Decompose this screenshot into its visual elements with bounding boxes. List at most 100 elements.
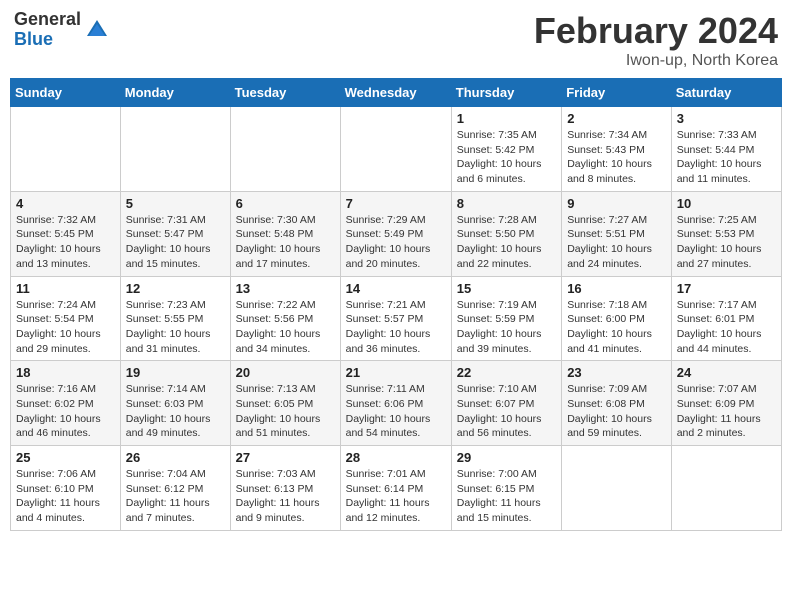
day-info: Sunrise: 7:13 AM Sunset: 6:05 PM Dayligh… <box>236 382 335 441</box>
day-info: Sunrise: 7:30 AM Sunset: 5:48 PM Dayligh… <box>236 213 335 272</box>
day-info: Sunrise: 7:16 AM Sunset: 6:02 PM Dayligh… <box>16 382 115 441</box>
calendar-cell: 25 Sunrise: 7:06 AM Sunset: 6:10 PM Dayli… <box>11 446 121 531</box>
day-info: Sunrise: 7:11 AM Sunset: 6:06 PM Dayligh… <box>346 382 446 441</box>
calendar-cell: 27 Sunrise: 7:03 AM Sunset: 6:13 PM Dayli… <box>230 446 340 531</box>
calendar-header-row: SundayMondayTuesdayWednesdayThursdayFrid… <box>11 79 782 107</box>
calendar-week-row: 4 Sunrise: 7:32 AM Sunset: 5:45 PM Daylig… <box>11 191 782 276</box>
calendar-cell: 20 Sunrise: 7:13 AM Sunset: 6:05 PM Dayli… <box>230 361 340 446</box>
calendar-cell: 23 Sunrise: 7:09 AM Sunset: 6:08 PM Dayli… <box>562 361 672 446</box>
day-info: Sunrise: 7:04 AM Sunset: 6:12 PM Dayligh… <box>126 467 225 526</box>
day-number: 18 <box>16 365 115 380</box>
calendar-table: SundayMondayTuesdayWednesdayThursdayFrid… <box>10 78 782 531</box>
weekday-header: Saturday <box>671 79 781 107</box>
logo-blue: Blue <box>14 30 81 50</box>
calendar-week-row: 25 Sunrise: 7:06 AM Sunset: 6:10 PM Dayli… <box>11 446 782 531</box>
calendar-cell: 7 Sunrise: 7:29 AM Sunset: 5:49 PM Daylig… <box>340 191 451 276</box>
day-info: Sunrise: 7:24 AM Sunset: 5:54 PM Dayligh… <box>16 298 115 357</box>
calendar-cell <box>562 446 672 531</box>
day-info: Sunrise: 7:34 AM Sunset: 5:43 PM Dayligh… <box>567 128 666 187</box>
day-number: 5 <box>126 196 225 211</box>
day-info: Sunrise: 7:32 AM Sunset: 5:45 PM Dayligh… <box>16 213 115 272</box>
calendar-cell: 19 Sunrise: 7:14 AM Sunset: 6:03 PM Dayli… <box>120 361 230 446</box>
logo: General Blue <box>14 10 111 50</box>
day-info: Sunrise: 7:27 AM Sunset: 5:51 PM Dayligh… <box>567 213 666 272</box>
day-number: 19 <box>126 365 225 380</box>
calendar-cell: 24 Sunrise: 7:07 AM Sunset: 6:09 PM Dayli… <box>671 361 781 446</box>
day-info: Sunrise: 7:17 AM Sunset: 6:01 PM Dayligh… <box>677 298 776 357</box>
calendar-cell: 8 Sunrise: 7:28 AM Sunset: 5:50 PM Daylig… <box>451 191 561 276</box>
day-number: 25 <box>16 450 115 465</box>
day-number: 16 <box>567 281 666 296</box>
day-info: Sunrise: 7:25 AM Sunset: 5:53 PM Dayligh… <box>677 213 776 272</box>
weekday-header: Wednesday <box>340 79 451 107</box>
page-header: General Blue February 2024 Iwon-up, Nort… <box>10 10 782 70</box>
day-number: 13 <box>236 281 335 296</box>
day-info: Sunrise: 7:22 AM Sunset: 5:56 PM Dayligh… <box>236 298 335 357</box>
calendar-cell: 15 Sunrise: 7:19 AM Sunset: 5:59 PM Dayli… <box>451 276 561 361</box>
calendar-cell: 26 Sunrise: 7:04 AM Sunset: 6:12 PM Dayli… <box>120 446 230 531</box>
weekday-header: Tuesday <box>230 79 340 107</box>
day-number: 23 <box>567 365 666 380</box>
day-number: 29 <box>457 450 556 465</box>
calendar-title: February 2024 <box>534 10 778 52</box>
day-info: Sunrise: 7:14 AM Sunset: 6:03 PM Dayligh… <box>126 382 225 441</box>
day-info: Sunrise: 7:33 AM Sunset: 5:44 PM Dayligh… <box>677 128 776 187</box>
day-info: Sunrise: 7:28 AM Sunset: 5:50 PM Dayligh… <box>457 213 556 272</box>
day-number: 24 <box>677 365 776 380</box>
calendar-cell: 14Sunrise: 7:21 AM Sunset: 5:57 PM Dayli… <box>340 276 451 361</box>
calendar-cell: 10 Sunrise: 7:25 AM Sunset: 5:53 PM Dayli… <box>671 191 781 276</box>
day-info: Sunrise: 7:01 AM Sunset: 6:14 PM Dayligh… <box>346 467 446 526</box>
day-number: 2 <box>567 111 666 126</box>
day-info: Sunrise: 7:03 AM Sunset: 6:13 PM Dayligh… <box>236 467 335 526</box>
calendar-cell <box>340 107 451 192</box>
weekday-header: Sunday <box>11 79 121 107</box>
day-info: Sunrise: 7:06 AM Sunset: 6:10 PM Dayligh… <box>16 467 115 526</box>
day-info: Sunrise: 7:29 AM Sunset: 5:49 PM Dayligh… <box>346 213 446 272</box>
day-number: 1 <box>457 111 556 126</box>
day-number: 20 <box>236 365 335 380</box>
day-info: Sunrise: 7:19 AM Sunset: 5:59 PM Dayligh… <box>457 298 556 357</box>
calendar-cell: 12 Sunrise: 7:23 AM Sunset: 5:55 PM Dayli… <box>120 276 230 361</box>
calendar-cell <box>120 107 230 192</box>
day-number: 22 <box>457 365 556 380</box>
calendar-week-row: 18 Sunrise: 7:16 AM Sunset: 6:02 PM Dayli… <box>11 361 782 446</box>
calendar-location: Iwon-up, North Korea <box>534 52 778 70</box>
calendar-cell: 5 Sunrise: 7:31 AM Sunset: 5:47 PM Daylig… <box>120 191 230 276</box>
title-block: February 2024 Iwon-up, North Korea <box>534 10 778 70</box>
day-info: Sunrise: 7:23 AM Sunset: 5:55 PM Dayligh… <box>126 298 225 357</box>
day-info: Sunrise: 7:00 AM Sunset: 6:15 PM Dayligh… <box>457 467 556 526</box>
calendar-cell: 1 Sunrise: 7:35 AM Sunset: 5:42 PM Daylig… <box>451 107 561 192</box>
calendar-cell <box>11 107 121 192</box>
day-number: 8 <box>457 196 556 211</box>
day-info: Sunrise: 7:35 AM Sunset: 5:42 PM Dayligh… <box>457 128 556 187</box>
day-info: Sunrise: 7:10 AM Sunset: 6:07 PM Dayligh… <box>457 382 556 441</box>
calendar-cell: 2 Sunrise: 7:34 AM Sunset: 5:43 PM Daylig… <box>562 107 672 192</box>
day-info: Sunrise: 7:21 AM Sunset: 5:57 PM Dayligh… <box>346 298 446 357</box>
calendar-cell: 6 Sunrise: 7:30 AM Sunset: 5:48 PM Daylig… <box>230 191 340 276</box>
day-info: Sunrise: 7:31 AM Sunset: 5:47 PM Dayligh… <box>126 213 225 272</box>
day-number: 10 <box>677 196 776 211</box>
day-number: 11 <box>16 281 115 296</box>
day-number: 26 <box>126 450 225 465</box>
day-number: 4 <box>16 196 115 211</box>
calendar-cell: 9 Sunrise: 7:27 AM Sunset: 5:51 PM Daylig… <box>562 191 672 276</box>
calendar-cell: 3Sunrise: 7:33 AM Sunset: 5:44 PM Daylig… <box>671 107 781 192</box>
calendar-week-row: 1 Sunrise: 7:35 AM Sunset: 5:42 PM Daylig… <box>11 107 782 192</box>
day-number: 12 <box>126 281 225 296</box>
calendar-cell <box>230 107 340 192</box>
day-number: 21 <box>346 365 446 380</box>
weekday-header: Friday <box>562 79 672 107</box>
calendar-cell: 18 Sunrise: 7:16 AM Sunset: 6:02 PM Dayli… <box>11 361 121 446</box>
day-number: 9 <box>567 196 666 211</box>
day-info: Sunrise: 7:09 AM Sunset: 6:08 PM Dayligh… <box>567 382 666 441</box>
day-number: 17 <box>677 281 776 296</box>
day-number: 7 <box>346 196 446 211</box>
day-number: 27 <box>236 450 335 465</box>
calendar-cell: 21 Sunrise: 7:11 AM Sunset: 6:06 PM Dayli… <box>340 361 451 446</box>
day-info: Sunrise: 7:07 AM Sunset: 6:09 PM Dayligh… <box>677 382 776 441</box>
logo-icon <box>83 16 111 44</box>
day-number: 15 <box>457 281 556 296</box>
calendar-cell <box>671 446 781 531</box>
logo-general: General <box>14 10 81 30</box>
day-number: 6 <box>236 196 335 211</box>
